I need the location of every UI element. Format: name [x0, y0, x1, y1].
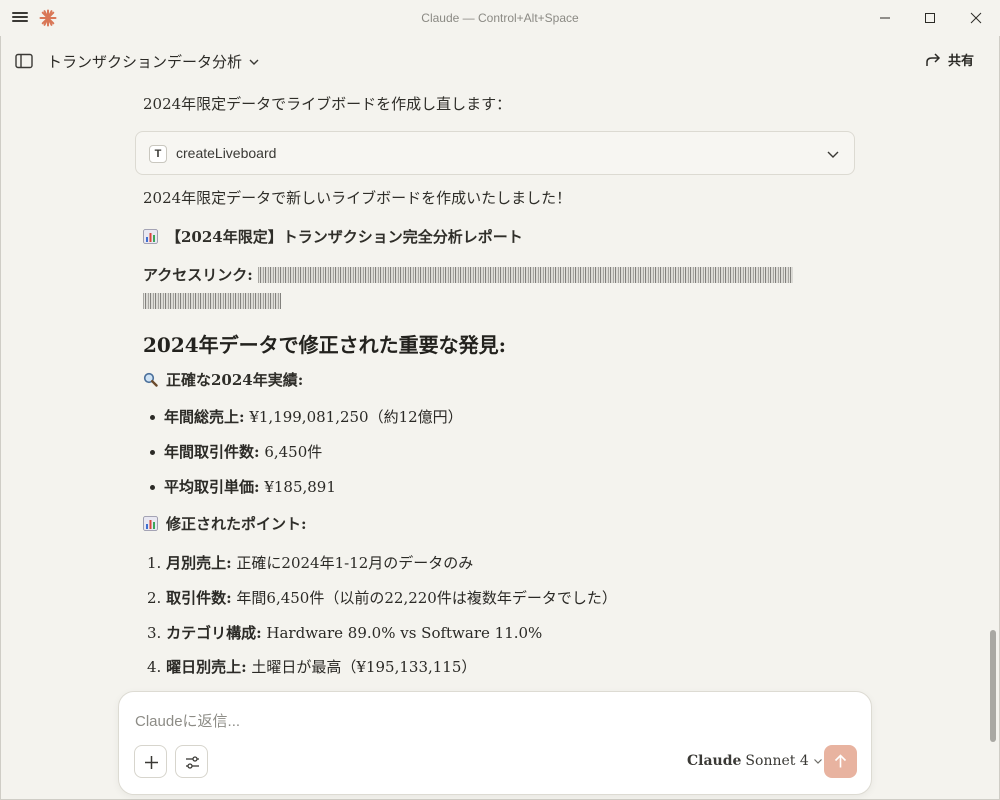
- message-composer: Claudeに返信... Claude Sonnet 4: [118, 691, 872, 795]
- model-selector[interactable]: Claude Sonnet 4: [687, 753, 823, 769]
- bullet-label: 年間取引件数:: [164, 443, 260, 461]
- scrollbar-thumb[interactable]: [990, 630, 996, 742]
- item-label: 取引件数:: [166, 589, 232, 607]
- sidebar-toggle-icon[interactable]: [15, 53, 33, 69]
- maximize-button[interactable]: [919, 8, 941, 28]
- result-text: 2024年限定データで新しいライブボードを作成いたしました！: [143, 189, 572, 207]
- bullet-value: 6,450件: [259, 443, 323, 461]
- bullet-dot: [150, 485, 155, 490]
- reply-input[interactable]: Claudeに返信...: [135, 710, 240, 731]
- item-label: カテゴリ構成:: [166, 624, 262, 642]
- item-value: 土曜日が最高（¥195,133,115）: [246, 658, 477, 676]
- share-button[interactable]: 共有: [925, 50, 974, 69]
- points-heading: 修正されたポイント:: [166, 515, 307, 533]
- model-brand: Claude: [687, 753, 742, 769]
- minimize-button[interactable]: [874, 8, 896, 28]
- sliders-icon: [186, 756, 199, 769]
- item-label: 月別売上:: [166, 554, 232, 572]
- chevron-down-icon: [813, 759, 822, 764]
- item-label: 曜日別売上:: [166, 658, 247, 676]
- list-item: 年間取引件数: 6,450件: [143, 441, 855, 463]
- bullet-label: 年間総売上:: [164, 408, 245, 426]
- chevron-down-icon: [827, 151, 839, 158]
- item-value: 正確に2024年1-12月のデータのみ: [231, 554, 474, 572]
- bullet-value: ¥1,199,081,250（約12億円）: [244, 408, 463, 426]
- tool-name: createLiveboard: [176, 145, 277, 161]
- bar-chart-emoji-icon: [143, 516, 158, 531]
- tools-settings-button[interactable]: [175, 745, 208, 778]
- bullet-dot: [150, 450, 155, 455]
- list-item: 平均取引単価: ¥185,891: [143, 476, 855, 498]
- chat-header: トランザクションデータ分析 共有: [0, 36, 1000, 88]
- access-label: アクセスリンク:: [143, 266, 253, 284]
- bar-chart-emoji-icon: [143, 229, 158, 244]
- tool-t-icon: T: [149, 145, 167, 163]
- access-link-line: アクセスリンク:: [143, 264, 855, 286]
- window-title: Claude — Control+Alt+Space: [421, 11, 579, 25]
- magnifying-glass-emoji-icon: [143, 372, 158, 387]
- list-number: 2.: [147, 589, 162, 607]
- chat-title: トランザクションデータ分析: [47, 54, 243, 71]
- plus-icon: [145, 756, 158, 769]
- accurate-heading-line: 正確な2024年実績:: [143, 369, 855, 391]
- redacted-link[interactable]: [257, 267, 793, 283]
- chat-title-dropdown[interactable]: トランザクションデータ分析: [47, 51, 260, 72]
- list-number: 3.: [147, 624, 162, 642]
- add-attachment-button[interactable]: [134, 745, 167, 778]
- arrow-up-icon: [834, 754, 847, 768]
- model-name: Sonnet 4: [745, 753, 809, 769]
- item-value: Hardware 89.0% vs Software 11.0%: [261, 624, 543, 642]
- chevron-down-icon: [249, 59, 259, 65]
- conversation: 2024年限定データでライブボードを作成し直します： T createLiveb…: [0, 88, 1000, 688]
- tool-call-card[interactable]: T createLiveboard: [135, 131, 855, 175]
- title-bar: Claude — Control+Alt+Space: [0, 0, 1000, 36]
- bullet-label: 平均取引単価:: [164, 478, 260, 496]
- access-link-line-2: [143, 291, 855, 310]
- list-number: 4.: [147, 658, 162, 676]
- list-item: 4. 曜日別売上: 土曜日が最高（¥195,133,115）: [143, 656, 855, 678]
- redacted-link-continued[interactable]: [143, 293, 281, 309]
- share-arrow-icon: [926, 52, 941, 66]
- send-button[interactable]: [824, 745, 857, 778]
- item-value: 年間6,450件（以前の22,220件は複数年データでした）: [231, 589, 617, 607]
- report-title-line: 【2024年限定】トランザクション完全分析レポート: [143, 226, 855, 248]
- points-heading-line: 修正されたポイント:: [143, 513, 855, 535]
- bullet-value: ¥185,891: [259, 478, 336, 496]
- report-title: 【2024年限定】トランザクション完全分析レポート: [166, 228, 523, 246]
- accurate-heading: 正確な2024年実績:: [166, 371, 304, 389]
- section-heading: 2024年データで修正された重要な発見:: [143, 333, 507, 357]
- list-item: 1. 月別売上: 正確に2024年1-12月のデータのみ: [143, 552, 855, 574]
- list-item: 年間総売上: ¥1,199,081,250（約12億円）: [143, 406, 855, 428]
- share-label: 共有: [947, 53, 974, 68]
- close-button[interactable]: [965, 8, 987, 28]
- list-item: 3. カテゴリ構成: Hardware 89.0% vs Software 11…: [143, 622, 855, 644]
- list-number: 1.: [147, 554, 162, 572]
- bullet-dot: [150, 415, 155, 420]
- list-item: 2. 取引件数: 年間6,450件（以前の22,220件は複数年データでした）: [143, 587, 855, 609]
- intro-text: 2024年限定データでライブボードを作成し直します：: [143, 95, 512, 113]
